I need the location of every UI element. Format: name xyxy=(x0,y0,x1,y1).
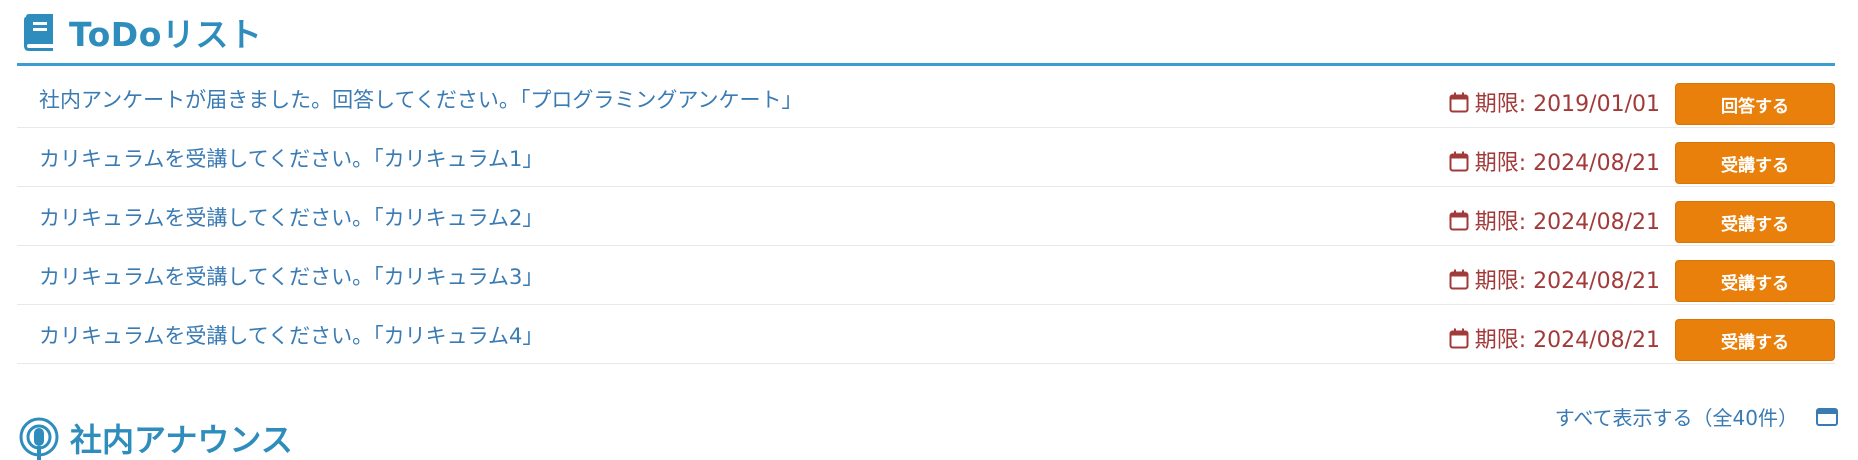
take-course-button[interactable]: 受講する xyxy=(1675,201,1835,243)
due-date-label: 期限: 2019/01/01 xyxy=(1474,92,1660,117)
due-date: 期限: 2024/08/21 xyxy=(1449,263,1660,295)
calendar-icon xyxy=(1449,92,1469,113)
todo-row: カリキュラムを受講してください。「カリキュラム3」 期限: 2024/08/21… xyxy=(17,246,1835,305)
todo-title: ToDoリスト xyxy=(69,15,263,54)
todo-list: 社内アンケートが届きました。回答してください。「プログラミングアンケート」 期限… xyxy=(17,69,1835,364)
announce-title: 社内アナウンス xyxy=(70,421,293,459)
take-course-button[interactable]: 受講する xyxy=(1675,260,1835,302)
due-date-label: 期限: 2024/08/21 xyxy=(1474,269,1660,294)
due-date-label: 期限: 2024/08/21 xyxy=(1474,210,1660,235)
calendar-icon xyxy=(1449,151,1469,172)
todo-row: カリキュラムを受講してください。「カリキュラム2」 期限: 2024/08/21… xyxy=(17,187,1835,246)
todo-item-text[interactable]: カリキュラムを受講してください。「カリキュラム3」 xyxy=(39,261,543,291)
calendar-icon xyxy=(1449,269,1469,290)
todo-row: 社内アンケートが届きました。回答してください。「プログラミングアンケート」 期限… xyxy=(17,69,1835,128)
due-date: 期限: 2024/08/21 xyxy=(1449,322,1660,354)
due-date-label: 期限: 2024/08/21 xyxy=(1474,151,1660,176)
header-divider xyxy=(17,63,1835,66)
todo-item-text[interactable]: カリキュラムを受講してください。「カリキュラム4」 xyxy=(39,320,543,350)
due-date: 期限: 2024/08/21 xyxy=(1449,145,1660,177)
todo-row: カリキュラムを受講してください。「カリキュラム4」 期限: 2024/08/21… xyxy=(17,305,1835,364)
todo-item-text[interactable]: 社内アンケートが届きました。回答してください。「プログラミングアンケート」 xyxy=(39,84,803,114)
book-icon xyxy=(22,13,55,51)
todo-item-text[interactable]: カリキュラムを受講してください。「カリキュラム1」 xyxy=(39,143,543,173)
due-date: 期限: 2019/01/01 xyxy=(1449,86,1660,118)
show-all-link[interactable]: すべて表示する（全40件） xyxy=(1555,402,1838,431)
answer-button[interactable]: 回答する xyxy=(1675,83,1835,125)
take-course-button[interactable]: 受講する xyxy=(1675,319,1835,361)
announce-header: 社内アナウンス xyxy=(18,414,293,460)
window-icon xyxy=(1816,407,1838,427)
calendar-icon xyxy=(1449,328,1469,349)
due-date-label: 期限: 2024/08/21 xyxy=(1474,328,1660,353)
podcast-icon xyxy=(18,416,60,460)
dashboard: ToDoリスト 社内アンケートが届きました。回答してください。「プログラミングア… xyxy=(0,0,1858,460)
todo-header: ToDoリスト xyxy=(22,10,262,54)
todo-item-text[interactable]: カリキュラムを受講してください。「カリキュラム2」 xyxy=(39,202,543,232)
calendar-icon xyxy=(1449,210,1469,231)
show-all-label[interactable]: すべて表示する（全40件） xyxy=(1555,402,1798,431)
due-date: 期限: 2024/08/21 xyxy=(1449,204,1660,236)
todo-row: カリキュラムを受講してください。「カリキュラム1」 期限: 2024/08/21… xyxy=(17,128,1835,187)
take-course-button[interactable]: 受講する xyxy=(1675,142,1835,184)
